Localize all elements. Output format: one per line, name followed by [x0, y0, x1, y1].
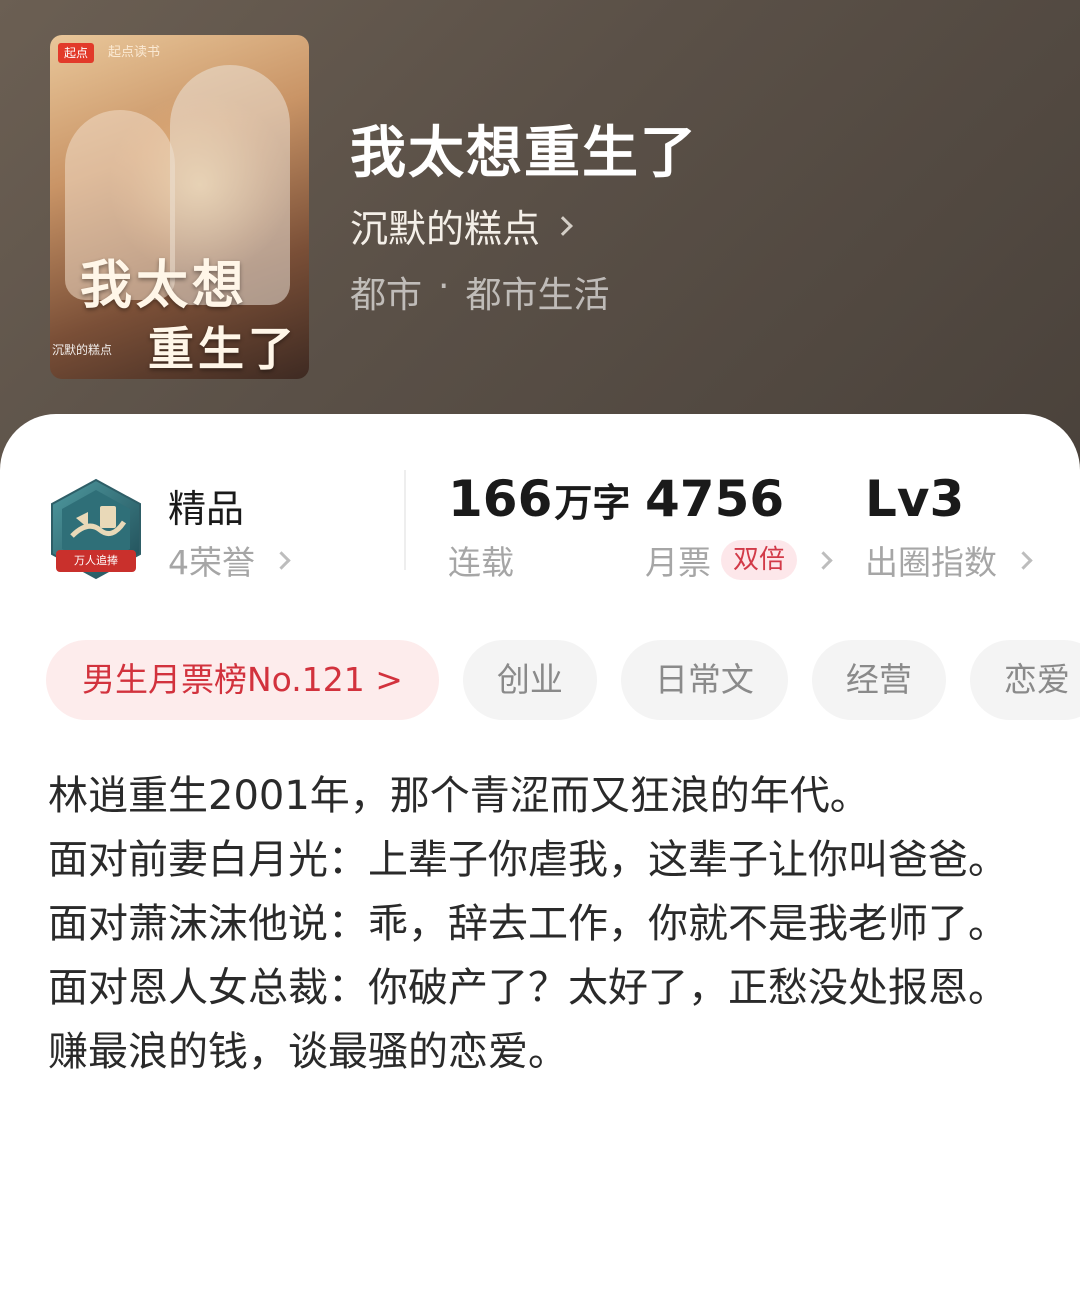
monthly-ticket-link[interactable]: 月票 双倍 [645, 536, 833, 584]
synopsis: 林逍重生2001年，那个青涩而又狂浪的年代。 面对前妻白月光：上辈子你虐我，这辈… [48, 764, 1028, 1084]
honor-count-link[interactable]: 4荣誉 [168, 536, 291, 584]
word-count: 166 万字 [448, 470, 630, 528]
header-hero: 起点 起点读书 我太想 重生了 沉默的糕点 我太想重生了 沉默的糕点 都市 · … [0, 0, 1080, 470]
honor-badge-icon[interactable]: 万人追捧 [48, 478, 144, 582]
genre-separator: · [438, 266, 450, 307]
circle-index: Lv3 [865, 470, 964, 528]
chevron-right-icon [1014, 550, 1033, 570]
synopsis-line: 面对萧沫沫他说：乖，辞去工作，你就不是我老师了。 [48, 901, 1008, 947]
genre-row: 都市 · 都市生活 [350, 266, 609, 318]
cover-title-line2: 重生了 [148, 322, 298, 376]
tag-row: 男生月票榜No.121 > 创业 日常文 经营 恋爱 [46, 640, 1080, 720]
author-link[interactable]: 沉默的糕点 [350, 198, 573, 253]
honor-label: 精品 [168, 487, 245, 531]
monthly-ticket-count: 4756 [645, 470, 784, 528]
book-title: 我太想重生了 [350, 120, 698, 186]
cover-logo: 起点 [58, 43, 95, 63]
synopsis-line: 面对恩人女总裁：你破产了？太好了，正愁没处报恩。 [48, 965, 1008, 1011]
cover-title-line1: 我太想 [80, 255, 249, 316]
tag-chip[interactable]: 创业 [462, 640, 597, 720]
tag-chip[interactable]: 恋爱 [969, 640, 1080, 720]
word-count-unit: 万字 [554, 481, 631, 525]
cover-brand: 起点读书 [108, 45, 161, 60]
book-cover[interactable]: 起点 起点读书 我太想 重生了 沉默的糕点 [50, 35, 309, 379]
tag-chip[interactable]: 日常文 [620, 640, 788, 720]
monthly-ticket-value: 4756 [645, 470, 785, 528]
honor-badge-ribbon: 万人追捧 [56, 550, 136, 572]
synopsis-line: 赚最浪的钱，谈最骚的恋爱。 [48, 1029, 568, 1075]
chevron-right-icon [272, 550, 291, 570]
chevron-right-icon [814, 550, 833, 570]
genre[interactable]: 都市 [350, 266, 422, 318]
honor-count: 4荣誉 [168, 543, 255, 582]
subgenre[interactable]: 都市生活 [465, 266, 609, 318]
author-name: 沉默的糕点 [350, 207, 541, 251]
serial-status-label: 连载 [448, 543, 514, 582]
serial-status: 连载 [448, 536, 514, 584]
chevron-right-icon [553, 215, 573, 236]
stats-divider [404, 470, 406, 570]
circle-index-label: 出圈指数 [865, 543, 997, 582]
double-badge: 双倍 [721, 540, 798, 580]
word-count-value: 166 [448, 470, 553, 528]
circle-index-link[interactable]: 出圈指数 [865, 536, 1033, 584]
tag-chip[interactable]: 经营 [811, 640, 946, 720]
synopsis-line: 林逍重生2001年，那个青涩而又狂浪的年代。 [48, 773, 870, 819]
synopsis-line: 面对前妻白月光：上辈子你虐我，这辈子让你叫爸爸。 [48, 837, 1008, 883]
cover-author: 沉默的糕点 [52, 343, 113, 357]
rank-tag[interactable]: 男生月票榜No.121 > [46, 640, 439, 720]
circle-index-value: Lv3 [865, 470, 965, 528]
monthly-ticket-label: 月票 [645, 543, 711, 582]
